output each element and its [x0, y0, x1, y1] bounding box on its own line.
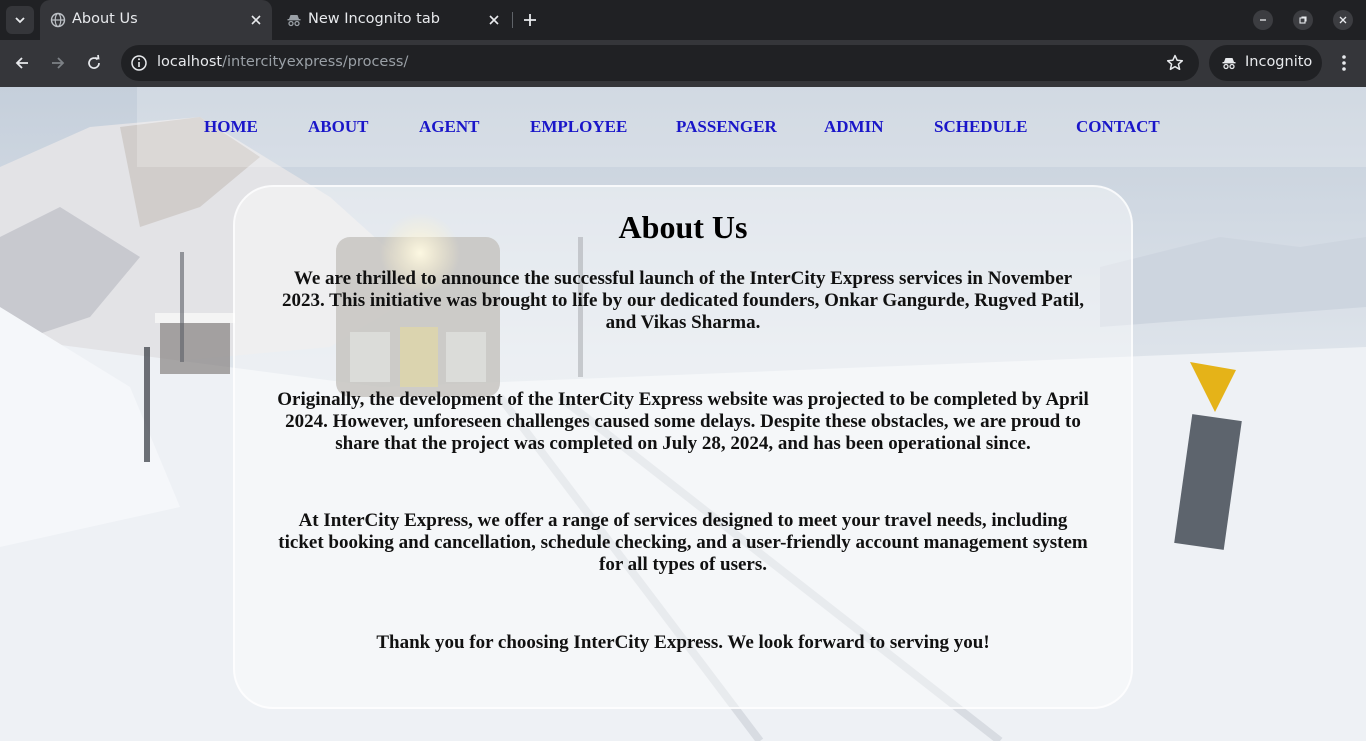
close-icon[interactable] — [248, 12, 264, 28]
close-window-button[interactable] — [1333, 10, 1353, 30]
url-path: /intercityexpress/process/ — [222, 54, 409, 70]
nav-agent-link[interactable]: AGENT — [419, 117, 479, 137]
minimize-icon — [1260, 19, 1266, 21]
url-text: localhost/intercityexpress/process/ — [157, 54, 408, 70]
restore-button[interactable] — [1293, 10, 1313, 30]
reload-icon — [88, 54, 100, 69]
address-bar[interactable]: localhost/intercityexpress/process/ — [121, 45, 1199, 81]
nav-employee-link[interactable]: EMPLOYEE — [530, 117, 627, 137]
globe-icon — [50, 12, 66, 28]
about-paragraph-development: Originally, the development of the Inter… — [277, 389, 1089, 454]
page-viewport: HOME ABOUT AGENT EMPLOYEE PASSENGER ADMI… — [0, 87, 1366, 741]
about-paragraph-launch: We are thrilled to announce the successf… — [282, 268, 1084, 333]
chevron-down-icon — [15, 17, 25, 24]
tab-strip: About Us New Incognito tab — [0, 0, 1366, 40]
close-icon — [1339, 16, 1347, 24]
nav-home-link[interactable]: HOME — [204, 117, 258, 137]
close-icon[interactable] — [486, 12, 502, 28]
url-host: localhost — [157, 54, 223, 70]
tab-title: About Us — [72, 11, 138, 27]
about-paragraph-services: At InterCity Express, we offer a range o… — [278, 510, 1088, 575]
arrow-left-icon — [15, 57, 28, 69]
tab-divider — [512, 12, 513, 28]
nav-contact-link[interactable]: CONTACT — [1076, 117, 1160, 137]
nav-schedule-link[interactable]: SCHEDULE — [934, 117, 1028, 137]
incognito-icon — [1222, 58, 1236, 70]
restore-icon — [1299, 16, 1307, 24]
page-title: About Us — [618, 209, 748, 245]
about-paragraph-thanks: Thank you for choosing InterCity Express… — [376, 632, 990, 653]
incognito-label: Incognito — [1245, 54, 1313, 70]
tab-about-us[interactable]: About Us — [40, 0, 272, 40]
nav-passenger-link[interactable]: PASSENGER — [676, 117, 777, 137]
back-button[interactable] — [11, 52, 33, 74]
tab-search-button[interactable] — [6, 6, 34, 34]
about-card: About Us We are thrilled to announce the… — [233, 185, 1133, 709]
arrow-right-icon — [52, 57, 65, 69]
info-icon[interactable] — [129, 53, 149, 73]
nav-about-link[interactable]: ABOUT — [308, 117, 368, 137]
plus-icon[interactable] — [519, 9, 541, 31]
incognito-indicator[interactable]: Incognito — [1209, 45, 1322, 81]
tab-new-incognito[interactable]: New Incognito tab — [276, 0, 510, 40]
incognito-icon — [287, 15, 301, 27]
minimize-button[interactable] — [1253, 10, 1273, 30]
site-nav: HOME ABOUT AGENT EMPLOYEE PASSENGER ADMI… — [137, 87, 1366, 167]
star-icon[interactable] — [1165, 53, 1185, 73]
reload-button[interactable] — [83, 52, 105, 74]
forward-button[interactable] — [47, 52, 69, 74]
tab-title: New Incognito tab — [308, 11, 440, 27]
nav-admin-link[interactable]: ADMIN — [824, 117, 884, 137]
more-menu-icon[interactable] — [1333, 52, 1355, 74]
